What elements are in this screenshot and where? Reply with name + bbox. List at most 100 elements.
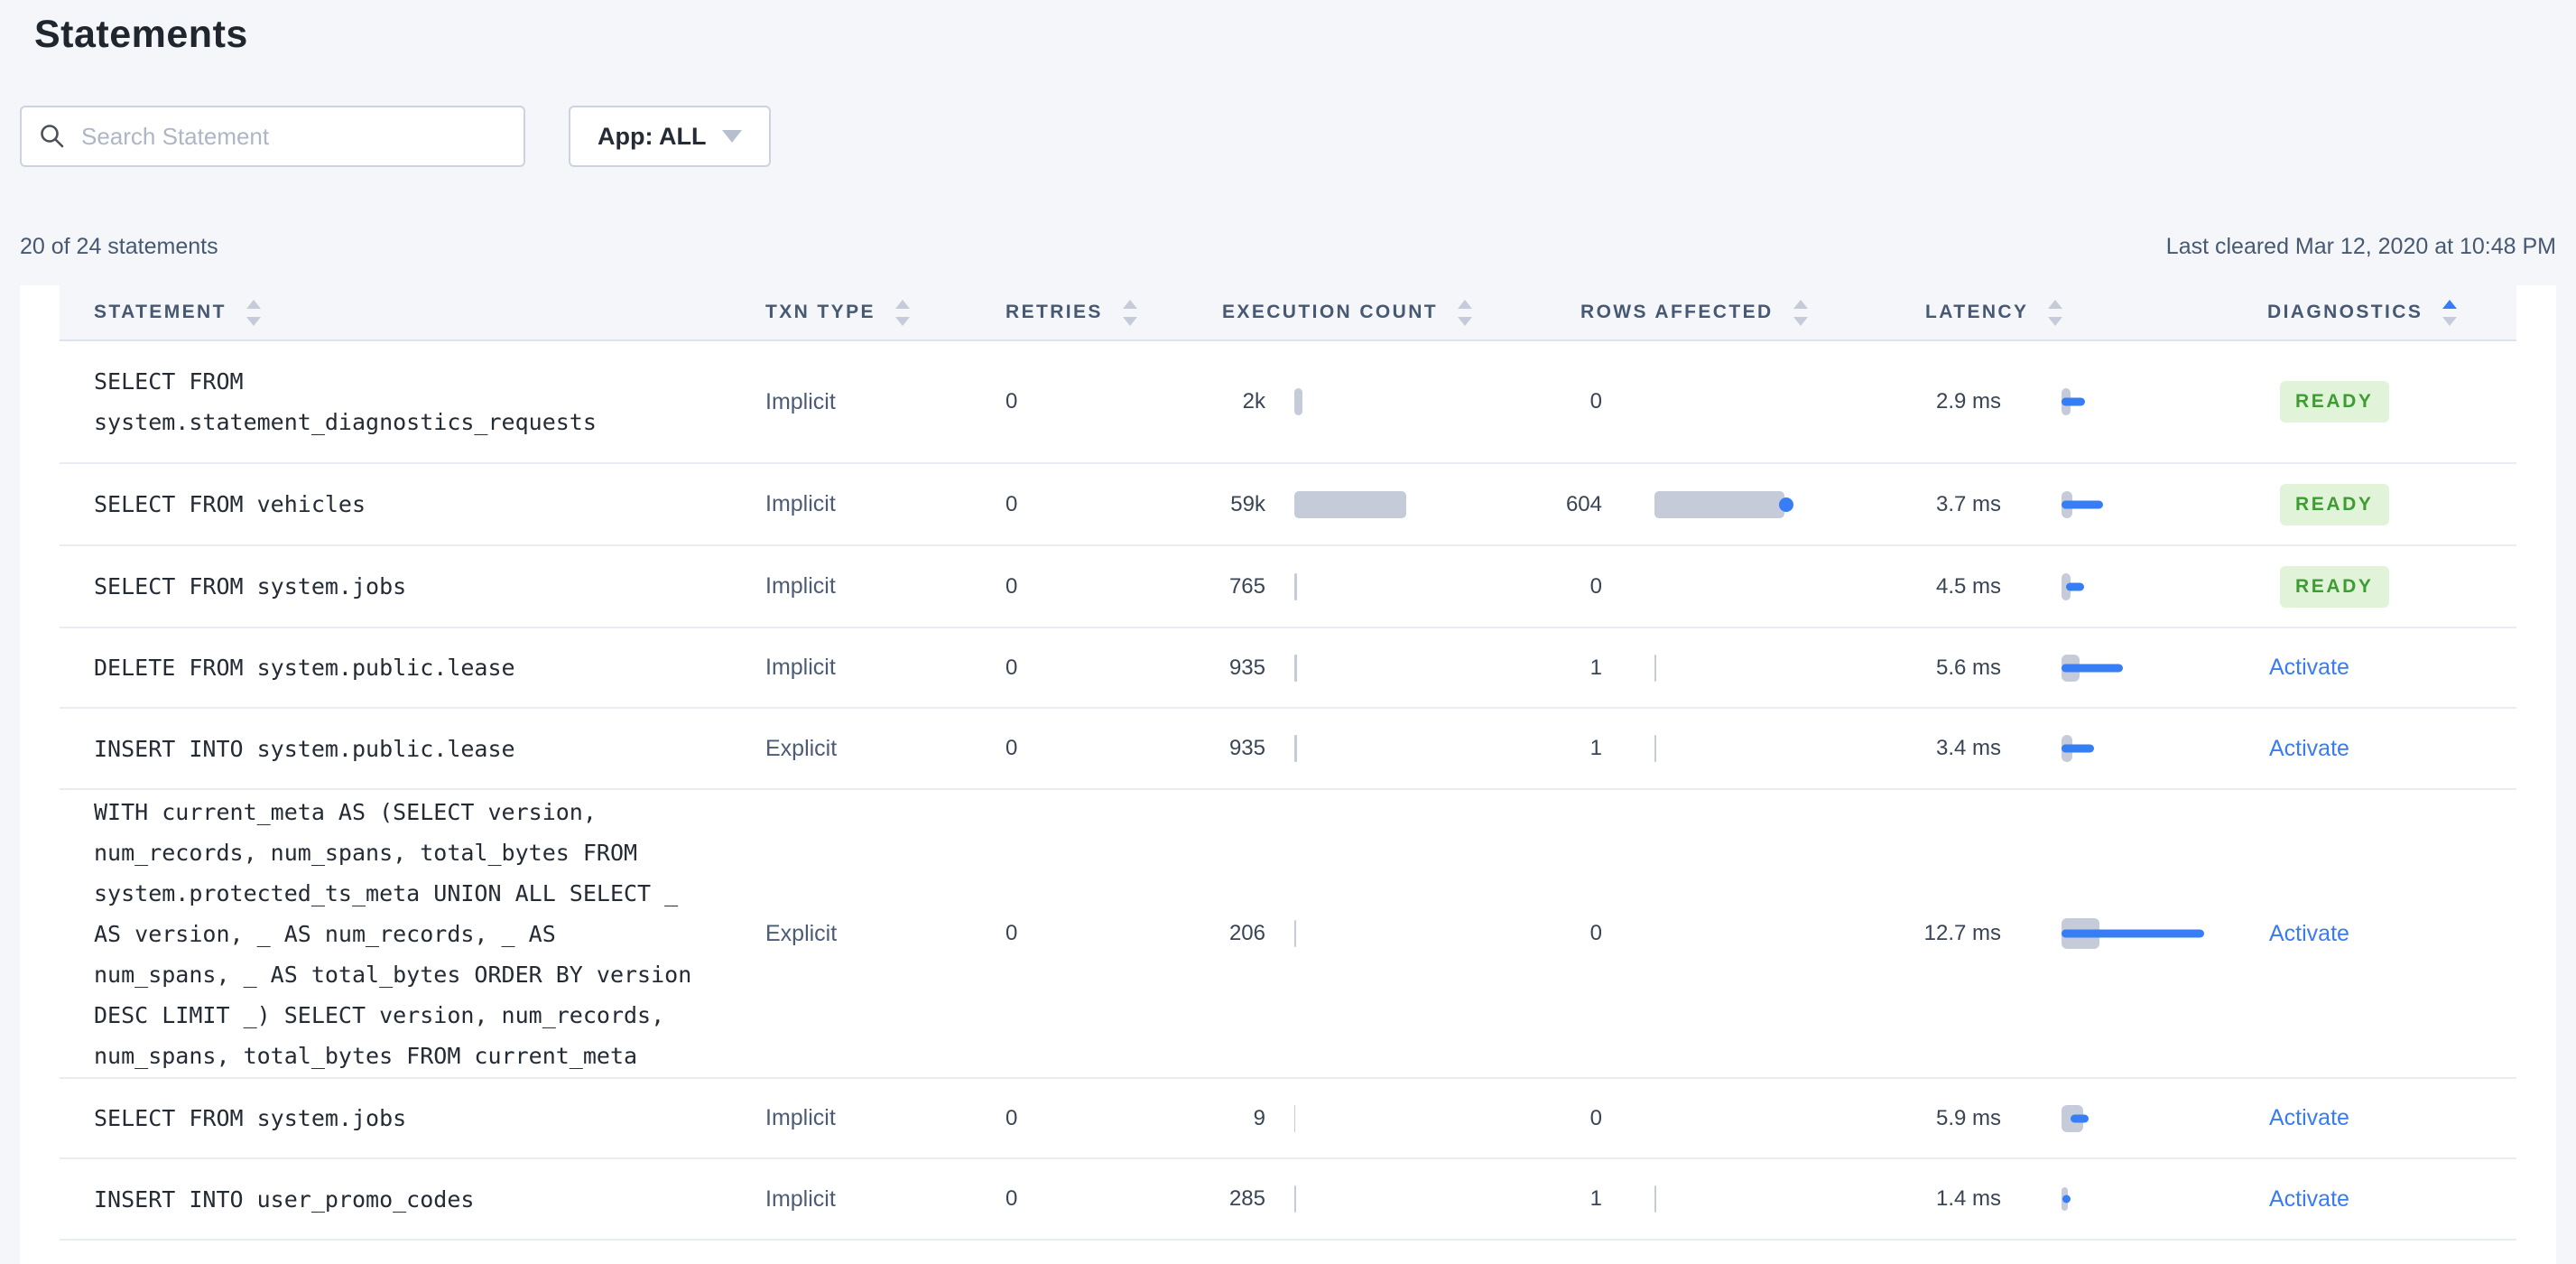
retries-cell: 0 bbox=[1005, 491, 1018, 516]
latency-bar bbox=[2066, 582, 2084, 590]
sort-arrows-icon[interactable] bbox=[1122, 299, 1137, 326]
column-header-exec[interactable]: EXECUTION COUNT bbox=[1222, 299, 1580, 326]
latency-barchart bbox=[2062, 648, 2253, 688]
table-row: SELECT FROM system.jobs Implicit 0 9 0 5… bbox=[60, 1079, 2516, 1159]
latency-barchart bbox=[2062, 1179, 2253, 1219]
statement-cell[interactable]: WITH current_meta AS (SELECT version, num… bbox=[60, 792, 765, 1076]
statements-table-card: STATEMENT TXN TYPE RETRIES EXECUTION COU… bbox=[20, 285, 2556, 1264]
sort-asc-icon[interactable] bbox=[246, 299, 261, 309]
txn-type-cell: Implicit bbox=[765, 1185, 836, 1212]
sort-arrows-icon[interactable] bbox=[246, 299, 261, 326]
rows-affected-value: 0 bbox=[1589, 389, 1602, 414]
sort-arrows-icon[interactable] bbox=[894, 299, 910, 326]
execution-count-cell: 2k bbox=[1222, 388, 1580, 415]
latency-barchart bbox=[2062, 914, 2253, 953]
column-header-retries[interactable]: RETRIES bbox=[1005, 299, 1222, 326]
statement-cell[interactable]: SELECT FROM system.jobs bbox=[60, 566, 765, 607]
gray-bar bbox=[1294, 735, 1297, 762]
sort-arrows-icon[interactable] bbox=[2048, 299, 2063, 326]
gray-bar bbox=[1294, 654, 1297, 682]
execution-count-cell: 285 bbox=[1222, 1185, 1580, 1213]
execution-count-bar bbox=[1294, 572, 1297, 600]
execution-count-cell: 935 bbox=[1222, 654, 1580, 682]
statement-cell[interactable]: DELETE FROM system.public.lease bbox=[60, 647, 765, 688]
diagnostics-activate-link[interactable]: Activate bbox=[2269, 921, 2349, 947]
table-header-row: STATEMENT TXN TYPE RETRIES EXECUTION COU… bbox=[60, 285, 2516, 341]
chevron-down-icon bbox=[722, 130, 743, 143]
gray-bar bbox=[1294, 490, 1406, 518]
sort-asc-icon[interactable] bbox=[1458, 299, 1473, 309]
retries-cell: 0 bbox=[1005, 921, 1018, 945]
sort-asc-icon[interactable] bbox=[894, 299, 910, 309]
diagnostics-activate-link[interactable]: Activate bbox=[2269, 655, 2349, 681]
statement-cell[interactable]: SELECT FROM system.jobs bbox=[60, 1098, 765, 1139]
search-box[interactable] bbox=[20, 106, 525, 167]
statement-cell[interactable]: INSERT INTO system.public.lease bbox=[60, 729, 765, 769]
search-icon bbox=[41, 125, 64, 148]
sort-desc-icon[interactable] bbox=[1458, 316, 1473, 326]
execution-count-value: 765 bbox=[1228, 573, 1265, 599]
execution-count-value: 2k bbox=[1242, 389, 1265, 414]
rows-affected-bar bbox=[1654, 735, 1656, 762]
latency-cell: 5.6 ms bbox=[1925, 648, 2267, 688]
execution-count-cell: 59k bbox=[1222, 490, 1580, 518]
column-header-rows[interactable]: ROWS AFFECTED bbox=[1580, 299, 1925, 326]
rows-affected-value: 1 bbox=[1589, 736, 1602, 760]
diagnostics-activate-link[interactable]: Activate bbox=[2269, 1186, 2349, 1213]
diagnostics-activate-link[interactable]: Activate bbox=[2269, 1105, 2349, 1131]
rows-affected-value: 0 bbox=[1589, 1105, 1602, 1130]
statement-cell[interactable]: SELECT FROM system.statement_diagnostics_… bbox=[60, 361, 765, 442]
diagnostics-ready-badge: READY bbox=[2280, 483, 2389, 525]
sort-asc-icon[interactable] bbox=[2442, 299, 2458, 309]
latency-value: 5.9 ms bbox=[1935, 1105, 2001, 1130]
table-row: SELECT FROM system.statement_diagnostics_… bbox=[60, 341, 2516, 464]
rows-affected-cell: 0 bbox=[1580, 921, 1925, 946]
execution-count-value: 59k bbox=[1230, 491, 1265, 516]
rows-affected-value: 1 bbox=[1589, 1186, 1602, 1211]
app-filter-dropdown[interactable]: App: ALL bbox=[569, 106, 772, 167]
sort-desc-icon[interactable] bbox=[2442, 316, 2458, 326]
latency-value: 3.4 ms bbox=[1935, 736, 2001, 760]
sort-desc-icon[interactable] bbox=[1793, 316, 1808, 326]
column-header-latency[interactable]: LATENCY bbox=[1925, 299, 2267, 326]
execution-count-bar bbox=[1294, 654, 1297, 682]
sort-asc-icon[interactable] bbox=[2048, 299, 2063, 309]
sort-desc-icon[interactable] bbox=[894, 316, 910, 326]
diagnostics-cell: Activate bbox=[2267, 655, 2516, 681]
sort-desc-icon[interactable] bbox=[246, 316, 261, 326]
search-input[interactable] bbox=[81, 122, 507, 151]
statement-cell[interactable]: INSERT INTO user_promo_codes bbox=[60, 1179, 765, 1220]
sort-arrows-icon[interactable] bbox=[1793, 299, 1808, 326]
latency-value: 12.7 ms bbox=[1923, 921, 2001, 945]
execution-count-bar bbox=[1294, 1185, 1296, 1213]
sort-arrows-icon[interactable] bbox=[1458, 299, 1473, 326]
column-header-label: STATEMENT bbox=[94, 302, 227, 322]
statement-cell[interactable]: SELECT FROM vehicles bbox=[60, 484, 765, 525]
column-header-label: RETRIES bbox=[1005, 302, 1103, 322]
latency-value: 5.6 ms bbox=[1935, 655, 2001, 680]
retries-cell: 0 bbox=[1005, 573, 1018, 599]
column-header-label: ROWS AFFECTED bbox=[1580, 302, 1774, 322]
column-header-statement[interactable]: STATEMENT bbox=[60, 299, 765, 326]
rows-affected-value: 1 bbox=[1589, 655, 1602, 680]
statements-count: 20 of 24 statements bbox=[20, 234, 218, 259]
statements-page: Statements App: ALL 20 of 24 statements … bbox=[0, 0, 2576, 1264]
sort-asc-icon[interactable] bbox=[1793, 299, 1808, 309]
rows-affected-bar bbox=[1654, 1185, 1656, 1213]
execution-count-bar bbox=[1294, 388, 1302, 415]
sort-arrows-icon[interactable] bbox=[2442, 299, 2458, 326]
sort-desc-icon[interactable] bbox=[1122, 316, 1137, 326]
execution-count-cell: 935 bbox=[1222, 735, 1580, 762]
gray-bar bbox=[1294, 1185, 1296, 1213]
column-header-txn[interactable]: TXN TYPE bbox=[765, 299, 1005, 326]
diagnostics-activate-link[interactable]: Activate bbox=[2269, 736, 2349, 762]
sort-desc-icon[interactable] bbox=[2048, 316, 2063, 326]
table-row: INSERT INTO user_promo_codes Implicit 0 … bbox=[60, 1159, 2516, 1241]
sort-asc-icon[interactable] bbox=[1122, 299, 1137, 309]
rows-affected-value: 0 bbox=[1589, 573, 1602, 599]
execution-count-value: 935 bbox=[1228, 736, 1265, 760]
column-header-label: LATENCY bbox=[1925, 302, 2029, 322]
column-header-diag[interactable]: DIAGNOSTICS bbox=[2267, 299, 2516, 326]
latency-cell: 5.9 ms bbox=[1925, 1099, 2267, 1139]
page-title: Statements bbox=[34, 13, 248, 56]
